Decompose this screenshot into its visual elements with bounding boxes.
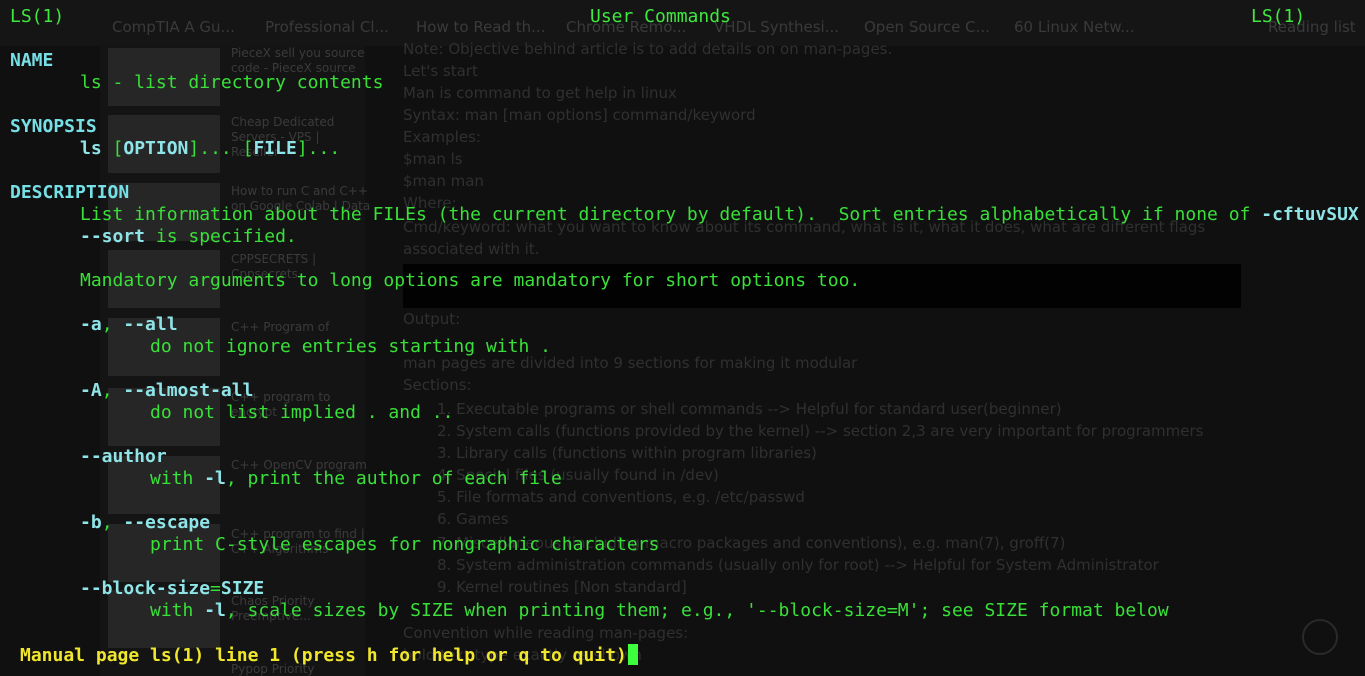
synopsis-cmd: ls: [80, 138, 102, 159]
option-desc-text: , print the author of each file: [225, 468, 562, 489]
option-desc: with -l, print the author of each file: [150, 468, 562, 490]
option-short: -A: [80, 380, 102, 401]
name-text: ls - list directory contents: [80, 72, 384, 93]
option-sep: ,: [101, 380, 124, 401]
option-block-size: --block-size=SIZE: [80, 578, 264, 600]
option-sep: ,: [101, 512, 124, 533]
option-desc-text: , scale sizes by SIZE when printing them…: [225, 600, 1169, 621]
synopsis-bracket: [: [242, 138, 254, 159]
option-desc-text: with: [150, 468, 205, 489]
section-synopsis-heading: SYNOPSIS: [10, 116, 97, 137]
man-header-left: LS(1): [10, 6, 65, 27]
description-text: is specified.: [145, 226, 297, 247]
synopsis-bracket: [: [112, 138, 124, 159]
description-text: List information about the FILEs (the cu…: [80, 204, 1262, 225]
option-desc-text: with: [150, 600, 205, 621]
option-desc: do not list implied . and ..: [150, 402, 454, 423]
synopsis-ellipsis: ]...: [296, 138, 341, 159]
option-long: --author: [80, 446, 167, 467]
terminal-window[interactable]: LS(1) User Commands LS(1) NAME ls - list…: [0, 0, 1365, 676]
man-header-center: User Commands: [590, 6, 731, 27]
option-escape: -b, --escape: [80, 512, 210, 534]
status-text: Manual page ls(1) line 1 (press h for he…: [20, 645, 627, 666]
text-cursor: [627, 644, 638, 665]
mandatory-note: Mandatory arguments to long options are …: [80, 270, 861, 291]
synopsis-option: OPTION: [123, 138, 189, 159]
option-desc-flag: -l: [204, 468, 226, 489]
option-eq: =: [210, 578, 221, 599]
synopsis-file: FILE: [253, 138, 297, 159]
option-all: -a, --all: [80, 314, 178, 336]
option-long: --block-size: [80, 578, 211, 599]
pager-status-line[interactable]: Manual page ls(1) line 1 (press h for he…: [20, 644, 638, 666]
option-short: -b: [80, 512, 102, 533]
option-long: --escape: [123, 512, 211, 533]
option-arg: SIZE: [220, 578, 265, 599]
description-flag: -cftuvSUX: [1261, 204, 1359, 225]
option-sep: ,: [101, 314, 124, 335]
option-desc: print C-style escapes for nongraphic cha…: [150, 534, 660, 555]
man-header-right: LS(1): [1251, 6, 1306, 27]
description-line: List information about the FILEs (the cu…: [80, 204, 1365, 226]
option-desc: with -l, scale sizes by SIZE when printi…: [150, 600, 1169, 622]
option-long: --all: [123, 314, 178, 335]
description-flag: --sort: [80, 226, 146, 247]
section-name-heading: NAME: [10, 50, 54, 71]
option-short: -a: [80, 314, 102, 335]
option-desc: do not ignore entries starting with .: [150, 336, 551, 357]
description-line: --sort is specified.: [80, 226, 297, 248]
option-author: --author: [80, 446, 167, 468]
synopsis-line: ls [OPTION]... [FILE]...: [80, 138, 340, 160]
synopsis-ellipsis: ]...: [188, 138, 232, 159]
option-desc-flag: -l: [204, 600, 226, 621]
section-description-heading: DESCRIPTION: [10, 182, 130, 203]
description-text: nor: [1359, 204, 1365, 225]
option-almost-all: -A, --almost-all: [80, 380, 253, 402]
option-long: --almost-all: [123, 380, 254, 401]
